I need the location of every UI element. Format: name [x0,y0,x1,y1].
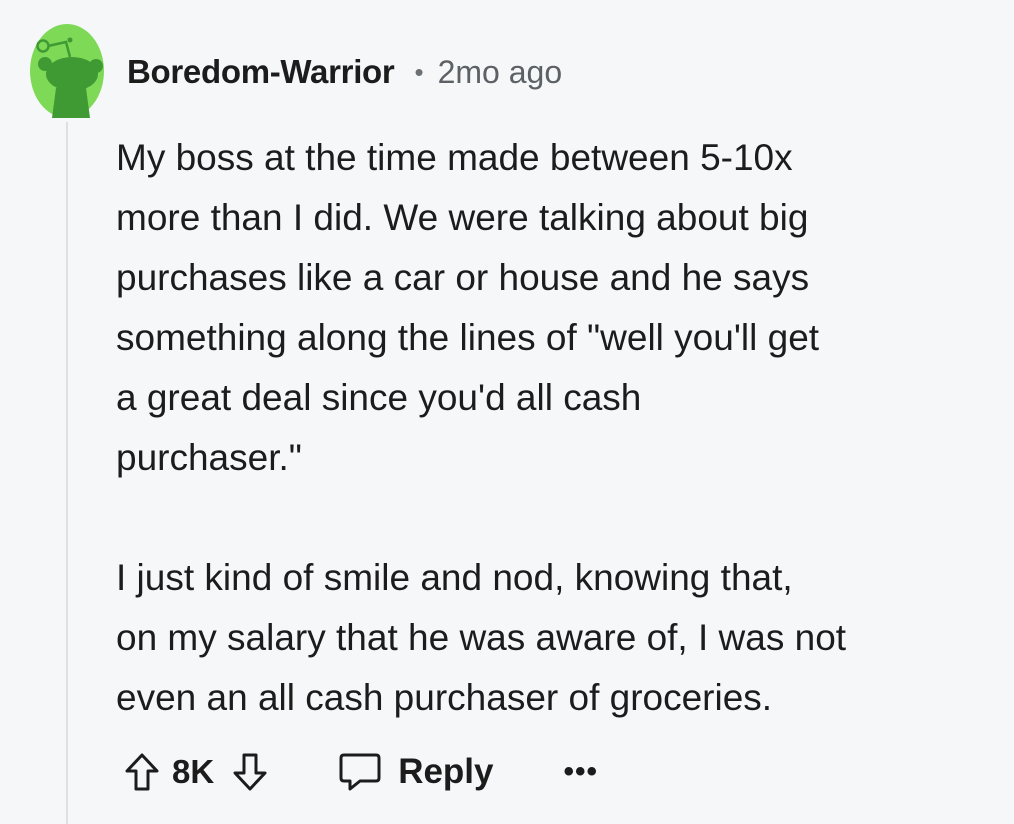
thread-line[interactable] [66,122,68,824]
comment-actions: 8K Reply ••• [124,742,598,802]
speech-bubble-icon [338,752,382,792]
reply-button[interactable]: Reply [338,752,494,792]
more-options-icon[interactable]: ••• [564,757,599,787]
upvote-icon[interactable] [124,752,160,792]
user-avatar[interactable] [30,24,104,118]
comment-paragraph: I just kind of smile and nod, knowing th… [116,557,847,718]
vote-score: 8K [172,753,215,790]
downvote-icon[interactable] [232,752,268,792]
snoo-avatar-icon [30,24,104,118]
reply-label: Reply [398,752,494,791]
comment-header: Boredom-Warrior • 2mo ago [127,48,562,96]
username-link[interactable]: Boredom-Warrior [127,53,395,91]
comment-paragraph: My boss at the time made between 5-10x m… [116,137,820,478]
comment-body: My boss at the time made between 5-10x m… [116,128,996,728]
meta-separator: • [414,56,424,87]
comment-timestamp: 2mo ago [437,53,563,90]
